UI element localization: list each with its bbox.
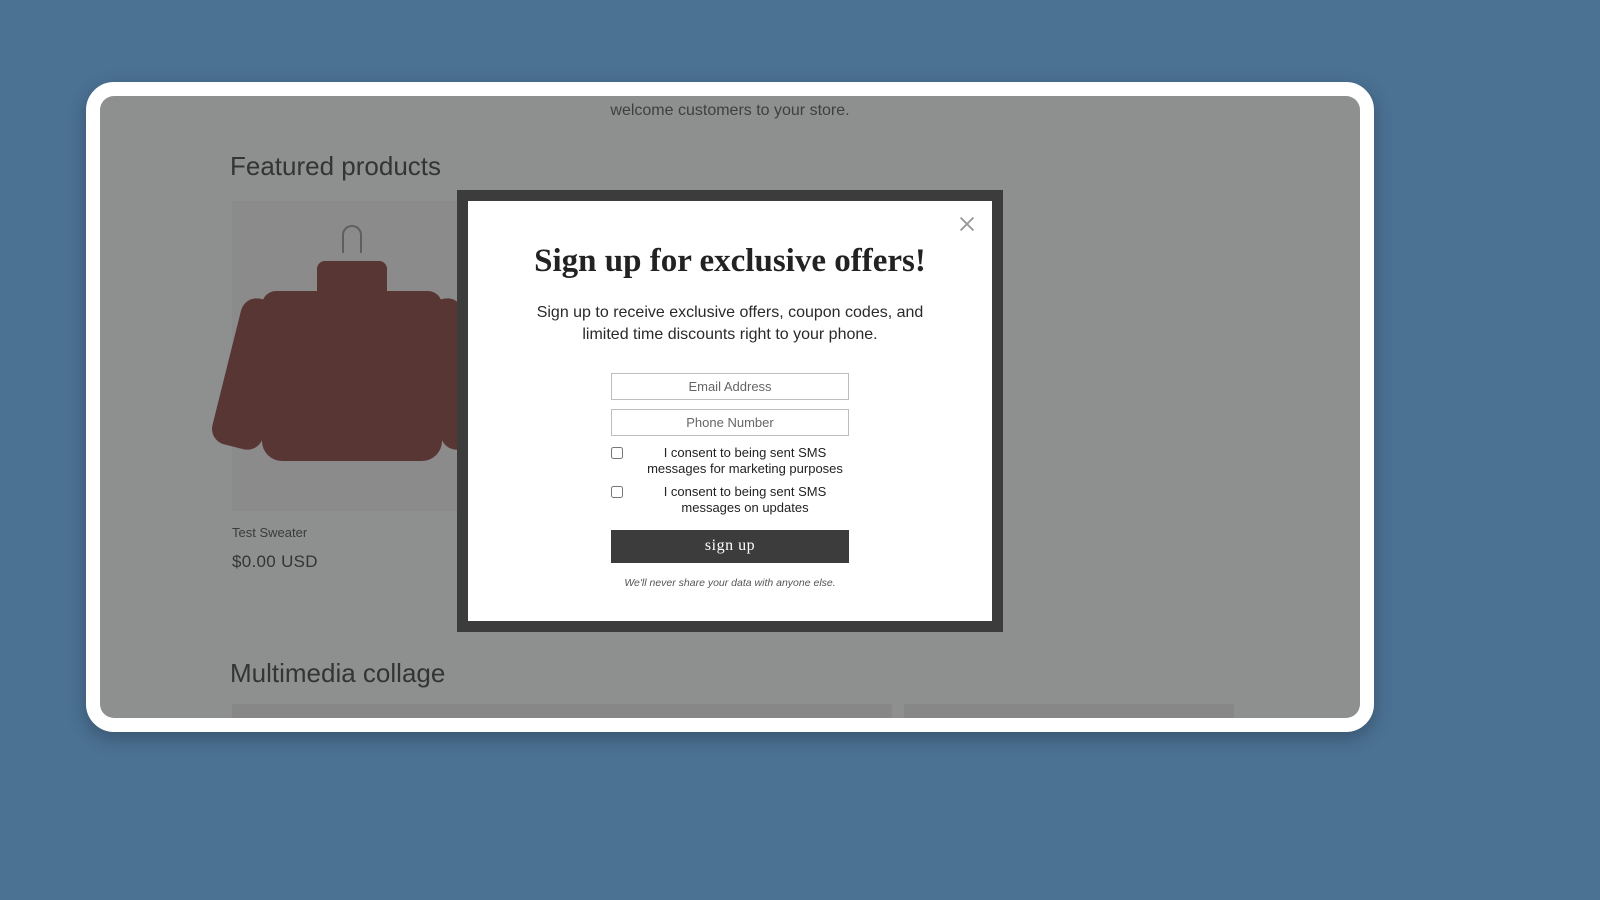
- consent-updates-row: I consent to being sent SMS messages on …: [611, 484, 849, 515]
- viewport: welcome customers to your store. Feature…: [100, 96, 1360, 718]
- device-frame: welcome customers to your store. Feature…: [86, 82, 1374, 732]
- modal-title: Sign up for exclusive offers!: [508, 243, 952, 280]
- signup-modal: Sign up for exclusive offers! Sign up to…: [457, 190, 1003, 632]
- consent-marketing-checkbox[interactable]: [611, 447, 623, 459]
- consent-updates-label: I consent to being sent SMS messages on …: [641, 484, 849, 515]
- signup-form: I consent to being sent SMS messages for…: [611, 373, 849, 588]
- consent-updates-checkbox[interactable]: [611, 486, 623, 498]
- email-field[interactable]: [611, 373, 849, 400]
- phone-field[interactable]: [611, 409, 849, 436]
- consent-marketing-label: I consent to being sent SMS messages for…: [641, 445, 849, 476]
- consent-marketing-row: I consent to being sent SMS messages for…: [611, 445, 849, 476]
- close-icon[interactable]: [956, 213, 978, 235]
- modal-subtitle: Sign up to receive exclusive offers, cou…: [515, 302, 945, 345]
- privacy-note: We'll never share your data with anyone …: [611, 577, 849, 589]
- signup-modal-body: Sign up for exclusive offers! Sign up to…: [468, 201, 992, 621]
- signup-button[interactable]: sign up: [611, 530, 849, 563]
